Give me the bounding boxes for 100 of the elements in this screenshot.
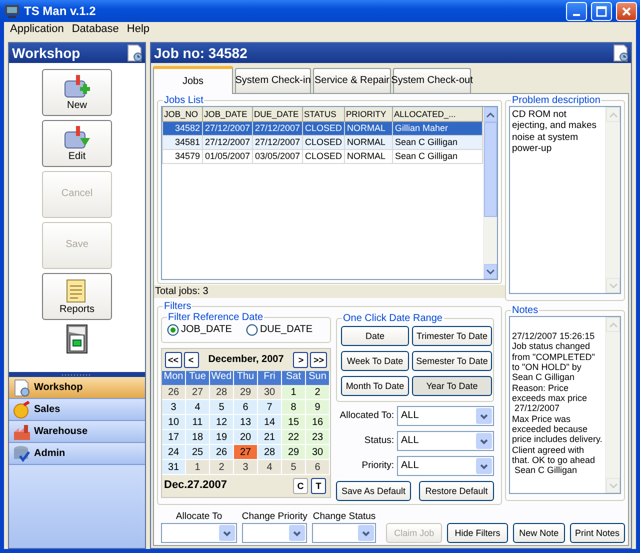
- tab[interactable]: Jobs: [153, 66, 233, 94]
- calendar-day[interactable]: 12: [210, 415, 234, 430]
- calendar-day[interactable]: 17: [162, 430, 186, 445]
- table-cell[interactable]: 34579: [162, 149, 202, 163]
- calendar-day[interactable]: 10: [162, 415, 186, 430]
- tab[interactable]: System Check-in: [235, 68, 311, 93]
- filter-button[interactable]: Save As Default: [336, 481, 411, 501]
- calendar-day[interactable]: 16: [306, 415, 330, 430]
- calendar-day[interactable]: 1: [282, 385, 306, 400]
- document-clock-icon[interactable]: [126, 44, 142, 62]
- calendar-day[interactable]: 5: [282, 460, 306, 475]
- date-range-button[interactable]: Trimester To Date: [412, 326, 492, 346]
- next-month-button[interactable]: >: [293, 352, 308, 368]
- toolbar-button[interactable]: Reports: [42, 273, 112, 320]
- radio-option[interactable]: JOB_DATE: [167, 324, 232, 336]
- calendar-day[interactable]: 1: [186, 460, 210, 475]
- scrollbar[interactable]: [605, 107, 620, 293]
- column-header[interactable]: STATUS: [302, 107, 344, 121]
- table-cell[interactable]: 34581: [162, 135, 202, 149]
- toolbar-button[interactable]: Edit: [42, 120, 112, 167]
- column-header[interactable]: JOB_NO: [162, 107, 202, 121]
- calendar-day[interactable]: 13: [234, 415, 258, 430]
- calendar-day[interactable]: 3: [162, 400, 186, 415]
- table-cell[interactable]: CLOSED: [302, 121, 344, 135]
- calendar-day[interactable]: 20: [234, 430, 258, 445]
- calendar-day[interactable]: 27: [186, 385, 210, 400]
- menu-item[interactable]: Application: [6, 23, 68, 37]
- dropdown[interactable]: [242, 523, 308, 543]
- date-range-button[interactable]: Week To Date: [341, 351, 409, 371]
- calendar-day[interactable]: 26: [162, 385, 186, 400]
- clear-button[interactable]: C: [293, 478, 308, 494]
- calendar-day[interactable]: 2: [306, 385, 330, 400]
- table-cell[interactable]: 27/12/2007: [252, 135, 302, 149]
- calendar-day[interactable]: 25: [186, 445, 210, 460]
- module-tab[interactable]: Warehouse: [9, 421, 145, 443]
- table-cell[interactable]: NORMAL: [344, 135, 392, 149]
- dropdown[interactable]: [161, 523, 238, 543]
- menu-item[interactable]: Database: [68, 23, 123, 37]
- module-tab[interactable]: Admin: [9, 443, 145, 465]
- date-range-button[interactable]: Date: [341, 326, 409, 346]
- column-header[interactable]: ALLOCATED_...: [392, 107, 482, 121]
- table-cell[interactable]: Gillian Maher: [392, 121, 482, 135]
- calendar-day[interactable]: 11: [186, 415, 210, 430]
- calendar-day[interactable]: 27: [234, 445, 258, 460]
- calendar-day[interactable]: 29: [234, 385, 258, 400]
- next-year-button[interactable]: >>: [310, 352, 327, 368]
- table-cell[interactable]: 27/12/2007: [202, 121, 252, 135]
- calendar-day[interactable]: 21: [258, 430, 282, 445]
- filter-button[interactable]: Restore Default: [419, 481, 494, 501]
- action-button[interactable]: Print Notes: [570, 523, 625, 543]
- calendar-day[interactable]: 24: [162, 445, 186, 460]
- action-button[interactable]: Hide Filters: [446, 523, 508, 543]
- today-button[interactable]: T: [311, 478, 326, 494]
- calendar-day[interactable]: 22: [282, 430, 306, 445]
- calendar-day[interactable]: 6: [234, 400, 258, 415]
- column-header[interactable]: DUE_DATE: [252, 107, 302, 121]
- tab[interactable]: System Check-out: [393, 68, 471, 93]
- document-clock-icon[interactable]: [612, 44, 628, 62]
- previous-year-button[interactable]: <<: [165, 352, 182, 368]
- column-header[interactable]: JOB_DATE: [202, 107, 252, 121]
- date-range-button[interactable]: Semester To Date: [412, 351, 492, 371]
- table-cell[interactable]: 27/12/2007: [202, 135, 252, 149]
- calendar-day[interactable]: 4: [258, 460, 282, 475]
- table-cell[interactable]: NORMAL: [344, 149, 392, 163]
- action-button[interactable]: New Note: [513, 523, 565, 543]
- maximize-button[interactable]: [591, 2, 612, 20]
- date-range-button[interactable]: Month To Date: [341, 376, 409, 396]
- scrollbar[interactable]: [483, 107, 497, 279]
- toolbar-button[interactable]: New: [42, 69, 112, 116]
- text-area[interactable]: CD ROM not ejecting, and makes noise at system power-up: [509, 106, 621, 294]
- calendar-day[interactable]: 5: [210, 400, 234, 415]
- column-header[interactable]: PRIORITY: [344, 107, 392, 121]
- minimize-button[interactable]: [566, 2, 587, 20]
- calendar-day[interactable]: 23: [306, 430, 330, 445]
- text-area[interactable]: [509, 316, 621, 494]
- table-cell[interactable]: NORMAL: [344, 121, 392, 135]
- calendar-day[interactable]: 6: [306, 460, 330, 475]
- module-tab[interactable]: Sales: [9, 399, 145, 421]
- calendar-day[interactable]: 30: [306, 445, 330, 460]
- table-cell[interactable]: 27/12/2007: [252, 121, 302, 135]
- radio-option[interactable]: DUE_DATE: [246, 324, 313, 336]
- table-cell[interactable]: 03/05/2007: [252, 149, 302, 163]
- calendar-day[interactable]: 26: [210, 445, 234, 460]
- table-cell[interactable]: CLOSED: [302, 149, 344, 163]
- calendar-day[interactable]: 18: [186, 430, 210, 445]
- calendar-day[interactable]: 7: [258, 400, 282, 415]
- calendar-day[interactable]: 31: [162, 460, 186, 475]
- calendar-day[interactable]: 9: [306, 400, 330, 415]
- calendar-day[interactable]: 30: [258, 385, 282, 400]
- dropdown[interactable]: [312, 523, 376, 543]
- calendar-day[interactable]: 14: [258, 415, 282, 430]
- splitter-handle[interactable]: [9, 372, 145, 377]
- tab[interactable]: Service & Repair: [313, 68, 391, 93]
- date-range-button[interactable]: Year To Date: [412, 376, 492, 396]
- close-button[interactable]: [616, 2, 637, 20]
- calendar-day[interactable]: 29: [282, 445, 306, 460]
- scrollbar[interactable]: [605, 317, 620, 493]
- calendar-day[interactable]: 3: [234, 460, 258, 475]
- calendar-day[interactable]: 8: [282, 400, 306, 415]
- previous-month-button[interactable]: <: [184, 352, 199, 368]
